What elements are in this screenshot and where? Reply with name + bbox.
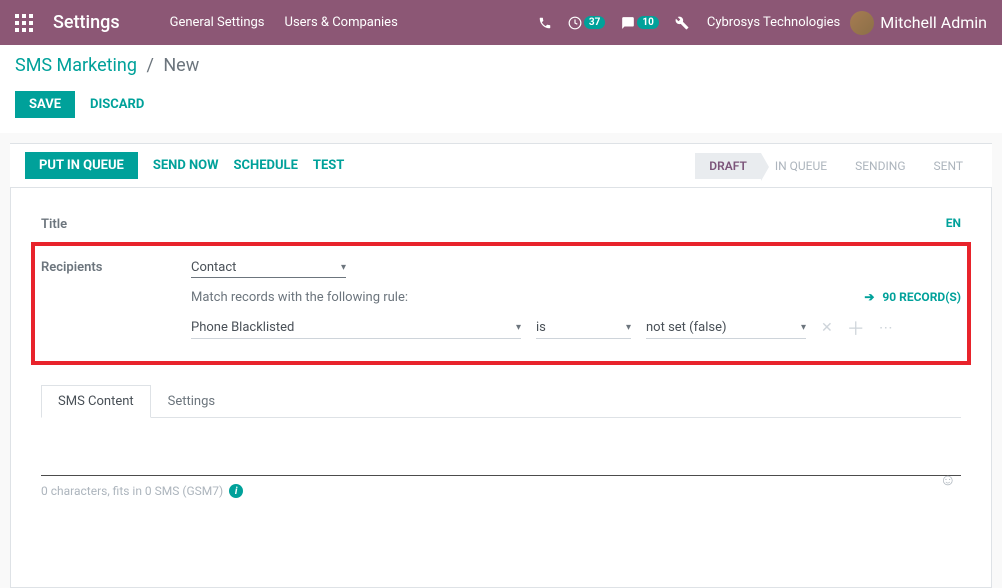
more-rule-icon[interactable]: ⋯ [879,320,893,336]
title-row: Title EN [41,213,961,232]
status-draft[interactable]: DRAFT [695,153,761,179]
recipients-row: Recipients Contact ▾ Match records with … [41,256,961,341]
recipients-label: Recipients [41,256,191,275]
statusbar: DRAFT IN QUEUE SENDING SENT [695,153,977,179]
rule-field-select[interactable]: Phone Blacklisted ▾ [191,317,521,339]
schedule-button[interactable]: SCHEDULE [234,158,298,173]
company-switcher[interactable]: Cybrosys Technologies [707,15,840,30]
title-label: Title [41,213,191,232]
put-in-queue-button[interactable]: PUT IN QUEUE [25,152,138,179]
send-now-button[interactable]: SEND NOW [153,158,219,173]
info-icon[interactable]: i [229,484,243,498]
nav-users-companies[interactable]: Users & Companies [285,15,398,30]
toolbar: PUT IN QUEUE SEND NOW SCHEDULE TEST DRAF… [10,143,992,188]
apps-icon[interactable] [15,14,33,32]
save-row: SAVE DISCARD [0,86,1002,133]
rule-value-select[interactable]: not set (false) ▾ [646,317,806,339]
breadcrumb-root[interactable]: SMS Marketing [15,55,137,76]
delete-rule-icon[interactable]: ✕ [821,320,833,336]
activities-icon[interactable]: 37 [568,16,605,30]
rule-row: Phone Blacklisted ▾ is ▾ not set (false)… [191,315,961,341]
caret-icon: ▾ [801,322,806,333]
save-button[interactable]: SAVE [15,91,75,118]
messages-badge: 10 [637,16,658,29]
breadcrumb-bar: SMS Marketing / New [0,45,1002,86]
messages-icon[interactable]: 10 [621,16,658,30]
sms-body: ☺ 0 characters, fits in 0 SMS (GSM7) i [41,448,961,498]
sms-counter: 0 characters, fits in 0 SMS (GSM7) i [41,484,961,498]
status-in-queue[interactable]: IN QUEUE [761,153,841,179]
caret-icon: ▾ [626,322,631,333]
status-sent[interactable]: SENT [920,153,978,179]
tab-sms-content[interactable]: SMS Content [41,385,151,418]
rule-operator-select[interactable]: is ▾ [536,317,631,339]
breadcrumb: SMS Marketing / New [15,55,987,76]
user-name: Mitchell Admin [880,13,987,32]
breadcrumb-current: New [163,55,199,76]
phone-icon[interactable] [538,16,552,30]
recipients-highlight: Recipients Contact ▾ Match records with … [31,242,971,365]
status-sending[interactable]: SENDING [841,153,919,179]
lang-toggle[interactable]: EN [946,216,961,230]
user-menu[interactable]: Mitchell Admin [850,11,987,35]
form-sheet: Title EN Recipients Contact ▾ Match reco… [10,188,992,588]
activities-badge: 37 [584,16,605,29]
test-button[interactable]: TEST [313,158,344,173]
main-navbar: Settings General Settings Users & Compan… [0,0,1002,45]
app-title: Settings [53,12,120,33]
nav-general-settings[interactable]: General Settings [170,15,265,30]
debug-icon[interactable] [675,16,689,30]
discard-button[interactable]: DISCARD [90,97,144,112]
breadcrumb-separator: / [146,55,153,76]
caret-icon: ▾ [341,262,346,273]
emoji-icon[interactable]: ☺ [940,470,956,490]
arrow-icon: ➔ [864,290,874,304]
tabs: SMS Content Settings [41,385,961,418]
tab-settings[interactable]: Settings [151,385,232,417]
sms-textarea[interactable] [41,448,961,476]
caret-icon: ▾ [516,322,521,333]
recipients-value: Contact [191,260,335,275]
match-text: Match records with the following rule: [191,290,408,305]
recipients-select[interactable]: Contact ▾ [191,258,346,278]
add-rule-icon[interactable]: ＋ [847,315,865,341]
avatar [850,11,874,35]
record-count[interactable]: ➔ 90 RECORD(S) [864,290,961,304]
